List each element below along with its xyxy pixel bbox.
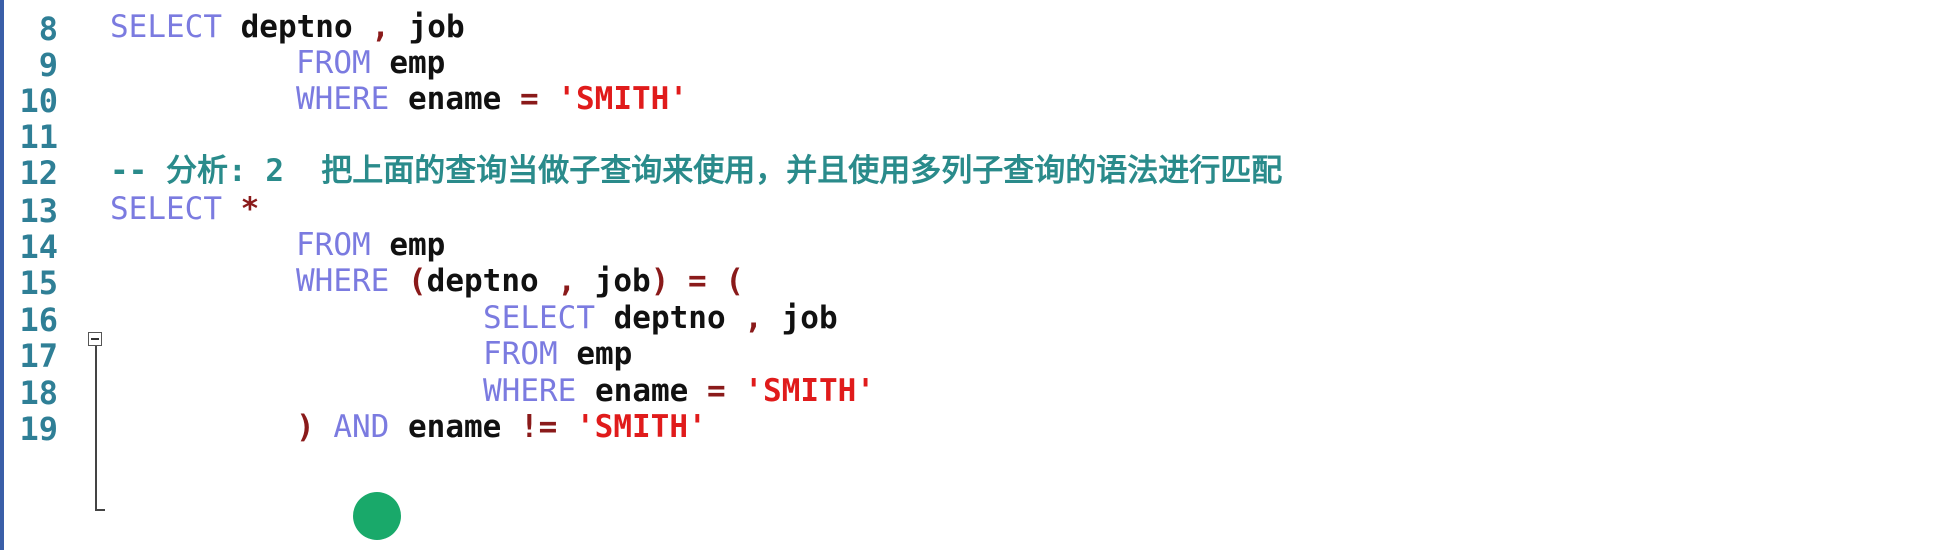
code-token: ) [650,263,670,299]
code-token: job [576,263,651,299]
code-token: 'SMITH' [576,409,707,445]
code-text[interactable]: FROM emp [296,228,445,262]
code-token: AND [333,409,390,445]
code-editor[interactable]: 8 SELECT deptno , job 9 FROM emp 10 WHERE ena… [0,0,1934,550]
fold-guide-end [95,509,105,511]
code-text[interactable]: SELECT * [110,192,259,226]
code-text[interactable]: -- 分析: 2 把上面的查询当做子查询来使用，并且使用多列子查询的语法进行匹配 [110,154,1282,188]
code-token: WHERE [296,263,390,299]
code-token: ( [725,263,745,299]
line-number: 19 [19,410,58,448]
code-text[interactable]: FROM emp [483,337,632,371]
code-token: emp [557,336,633,372]
fold-collapse-icon[interactable] [88,332,102,346]
code-token: ( [408,263,427,299]
code-token: deptno [426,263,558,299]
code-token: != [520,409,558,445]
code-line[interactable]: 19) AND ename != 'SMITH' [0,404,1934,449]
code-text[interactable]: SELECT deptno , job [483,301,838,335]
code-token: ) [296,409,315,445]
fold-guide-line [95,346,97,511]
code-text[interactable]: WHERE ename = 'SMITH' [483,374,875,408]
code-token: , [557,263,576,299]
mouse-cursor-indicator [353,492,401,540]
code-text[interactable]: FROM emp [296,46,445,80]
code-text[interactable]: WHERE ename = 'SMITH' [296,82,688,116]
code-token: FROM [483,336,558,372]
code-text[interactable]: WHERE (deptno , job) = ( [296,264,744,298]
code-token: ename [389,409,520,445]
code-text[interactable]: ) AND ename != 'SMITH' [296,410,707,444]
code-text[interactable]: SELECT deptno , job [110,10,465,44]
code-token: = [688,263,707,299]
code-token: -- 分析: 2 把上面的查询当做子查询来使用，并且使用多列子查询的语法进行匹配 [110,153,1283,189]
